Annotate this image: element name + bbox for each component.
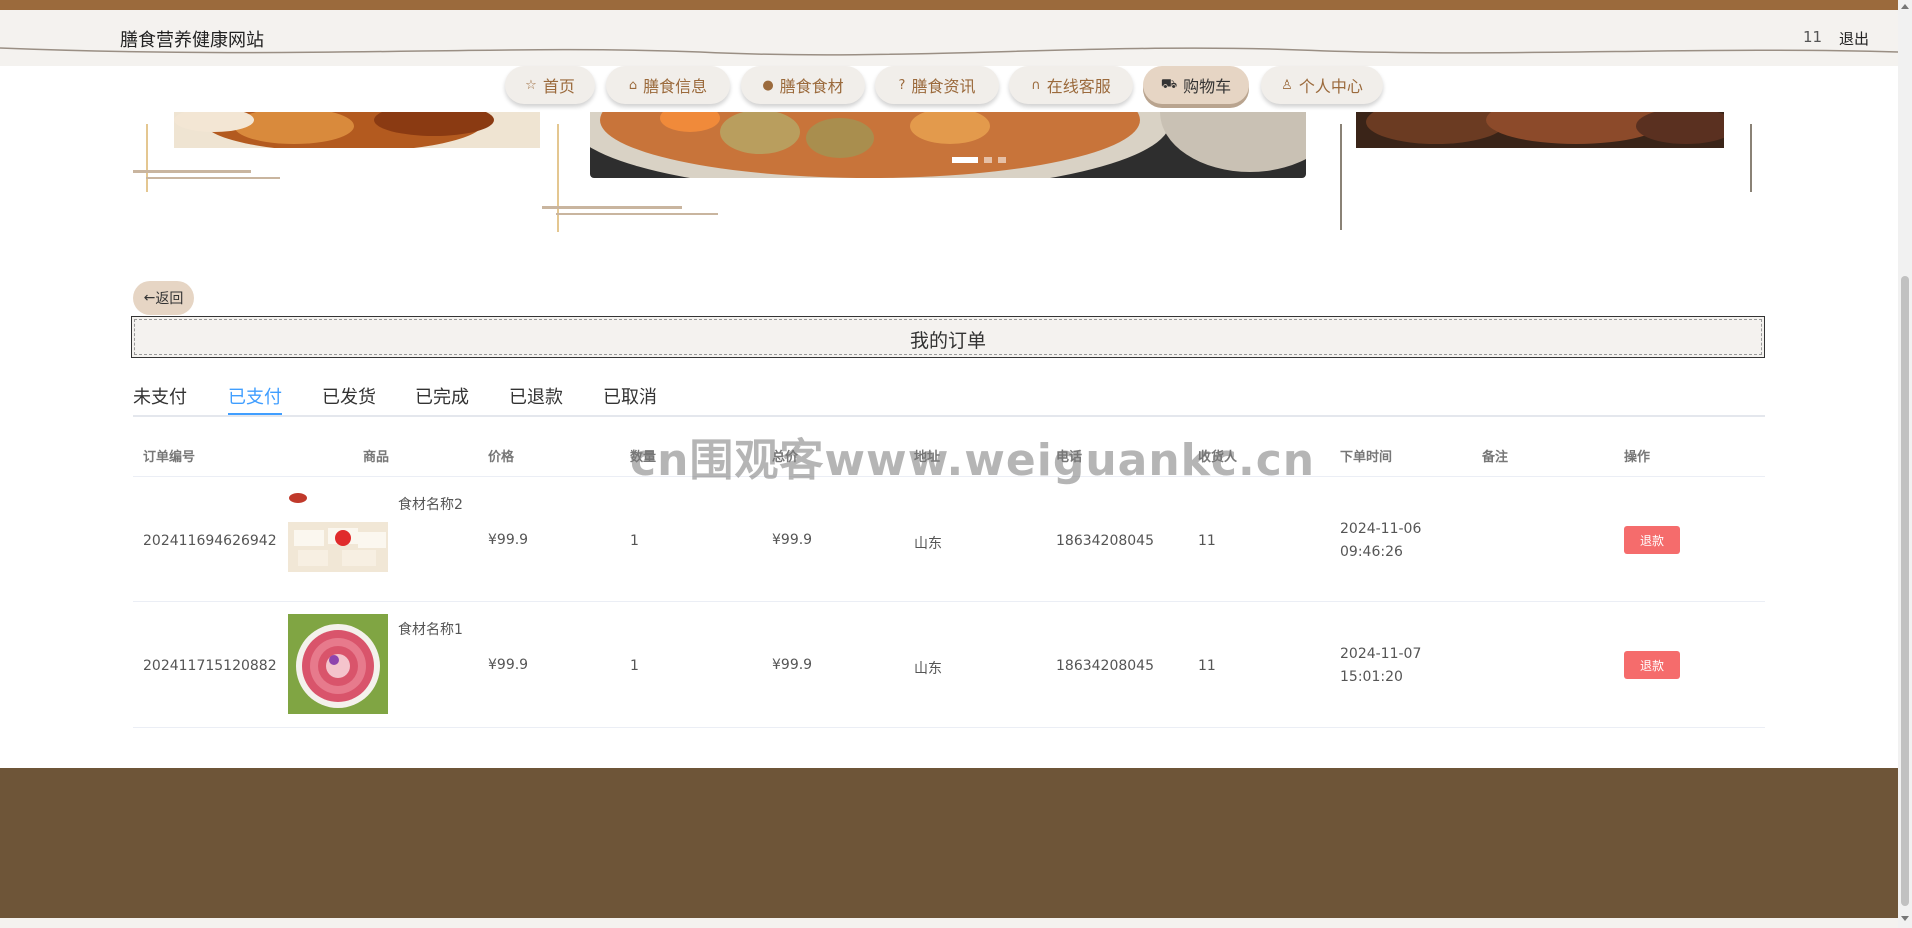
address: 山东 (914, 536, 942, 552)
quantity: 1 (630, 658, 639, 674)
tab-paid[interactable]: 已支付 (228, 383, 282, 409)
nav-label: 在线客服 (1046, 77, 1111, 96)
order-number: 202411694626942 (143, 533, 277, 549)
total-price: ¥99.9 (772, 657, 813, 673)
order-time: 2024-11-07 15:01:20 (1340, 646, 1422, 685)
order-time: 2024-11-06 09:46:26 (1340, 521, 1422, 560)
nav-label: 首页 (542, 77, 575, 96)
tab-shipped[interactable]: 已发货 (322, 383, 376, 409)
current-user-name: 11 (1803, 28, 1823, 46)
nav-label: 膳食资讯 (911, 77, 976, 96)
scroll-up-icon[interactable] (1901, 4, 1909, 9)
product-image[interactable] (288, 488, 388, 588)
nav-label: 购物车 (1183, 77, 1232, 96)
column-header: 商品 (363, 450, 390, 465)
product-image[interactable] (288, 614, 388, 714)
column-header: 订单编号 (143, 450, 196, 465)
question-icon: ? (898, 77, 906, 93)
product-name: 食材名称1 (398, 622, 463, 638)
order-number: 202411715120882 (143, 658, 277, 674)
product-name: 食材名称2 (398, 497, 463, 513)
column-header: 下单时间 (1340, 450, 1393, 465)
scrollbar-thumb[interactable] (1901, 276, 1909, 906)
carousel-dot[interactable] (984, 157, 992, 163)
nav-item-ingredients[interactable]: ● 膳食食材 (741, 66, 865, 104)
user-icon: ♙ (1281, 77, 1293, 93)
column-header: 操作 (1624, 450, 1651, 465)
price: ¥99.9 (488, 532, 529, 548)
tab-refunded[interactable]: 已退款 (509, 383, 563, 409)
banner-decoration-line (146, 177, 280, 179)
top-accent-strip (0, 0, 1912, 10)
nav-item-news[interactable]: ? 膳食资讯 (875, 66, 999, 104)
tab-cancelled[interactable]: 已取消 (603, 383, 657, 409)
banner-decoration-line (542, 206, 682, 209)
page-scrollbar[interactable] (1898, 0, 1912, 928)
nav-item-customer-service[interactable]: ∩ 在线客服 (1009, 66, 1133, 104)
carousel-dot[interactable] (998, 157, 1006, 163)
quantity: 1 (630, 533, 639, 549)
back-button-label: 返回 (155, 291, 184, 307)
nav-item-profile[interactable]: ♙ 个人中心 (1261, 66, 1383, 104)
banner-image-right[interactable] (1356, 112, 1724, 148)
nav-item-home[interactable]: ☆ 首页 (505, 66, 595, 104)
tab-completed[interactable]: 已完成 (415, 383, 469, 409)
banner-image-left[interactable] (174, 112, 540, 148)
watermark-text: cn围观客www.weiguankc.cn (630, 435, 1316, 486)
info-icon: ● (762, 77, 774, 93)
banner-decoration-line (1340, 124, 1342, 230)
table-row-divider (133, 601, 1765, 602)
banner-decoration-line (133, 170, 251, 173)
receiver: 11 (1198, 658, 1216, 674)
nav-label: 膳食食材 (779, 77, 844, 96)
carousel-dot[interactable] (952, 157, 978, 163)
page-title-box: 我的订单 (131, 316, 1765, 358)
banner-image-center[interactable] (590, 112, 1306, 178)
cart-icon: ⛟ (1160, 76, 1178, 92)
star-icon: ☆ (525, 77, 537, 93)
main-nav: ☆ 首页 ⌂ 膳食信息 ● 膳食食材 ? 膳食资讯 ∩ 在线客服 ⛟ 购物车 ♙ 个人中心 (0, 66, 1898, 110)
column-header: 备注 (1482, 450, 1509, 465)
refund-button[interactable]: 退款 (1624, 651, 1680, 679)
column-header: 价格 (488, 450, 515, 465)
nav-item-meal-info[interactable]: ⌂ 膳食信息 (606, 66, 730, 104)
nav-label: 膳食信息 (643, 77, 708, 96)
headset-icon: ∩ (1031, 77, 1041, 93)
logout-link[interactable]: 退出 (1839, 28, 1869, 49)
refund-button[interactable]: 退款 (1624, 526, 1680, 554)
banner-decoration-line (557, 124, 559, 232)
banner-decoration-line (1750, 124, 1752, 192)
table-row-divider (133, 727, 1765, 728)
nav-item-cart[interactable]: ⛟ 购物车 (1143, 66, 1249, 104)
site-title[interactable]: 膳食营养健康网站 (120, 26, 264, 52)
carousel-indicators (952, 157, 1006, 163)
banner-decoration-line (146, 124, 148, 192)
banner-decoration-line (556, 213, 718, 215)
bottom-strip (0, 918, 1898, 928)
tab-unpaid[interactable]: 未支付 (133, 383, 187, 409)
tabs-divider (133, 415, 1765, 417)
active-tab-indicator (228, 413, 282, 415)
total-price: ¥99.9 (772, 532, 813, 548)
back-button[interactable]: ← 返回 (133, 281, 194, 315)
price: ¥99.9 (488, 657, 529, 673)
scroll-down-icon[interactable] (1901, 916, 1909, 921)
nav-label: 个人中心 (1298, 77, 1363, 96)
address: 山东 (914, 661, 942, 677)
site-footer (0, 768, 1898, 918)
receiver: 11 (1198, 533, 1216, 549)
page-title: 我的订单 (909, 330, 986, 352)
phone: 18634208045 (1056, 533, 1154, 549)
bag-icon: ⌂ (628, 77, 638, 93)
phone: 18634208045 (1056, 658, 1154, 674)
arrow-left-icon: ← (143, 290, 156, 306)
